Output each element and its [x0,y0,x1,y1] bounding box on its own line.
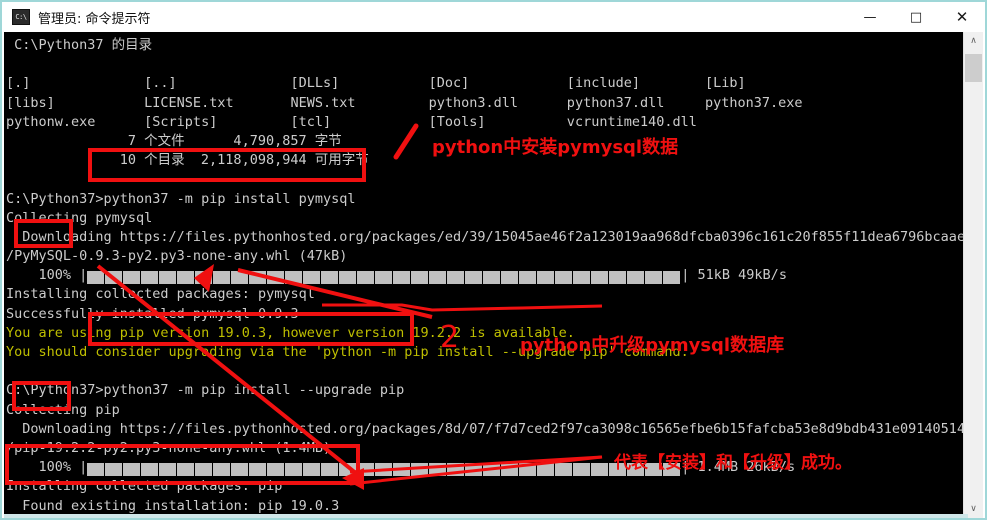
window-title: 管理员: 命令提示符 [38,11,151,27]
console-line: Collecting pip [6,401,120,418]
cmd-icon: C:\ [12,9,30,25]
console-line: You should consider upgrading via the 'p… [6,344,689,360]
console-line: Found existing installation: pip 19.0.3 [6,497,340,514]
vertical-scrollbar[interactable]: ∧ ∨ [963,32,983,518]
title-bar: C:\ 管理员: 命令提示符 — □ ✕ [2,2,985,32]
console-line: [.] [..] [DLLs] [Doc] [include] [Lib] [6,75,746,92]
maximize-button[interactable]: □ [893,2,939,32]
progress-prefix: 100% | [6,459,88,476]
scroll-up-arrow-icon[interactable]: ∧ [964,32,983,50]
console-line: pythonw.exe [Scripts] [tcl] [Tools] vcru… [6,113,697,130]
console-line: [libs] LICENSE.txt NEWS.txt python3.dll … [6,94,803,111]
console-line: Downloading https://files.pythonhosted.o… [6,228,968,245]
scrollbar-thumb[interactable] [965,54,982,82]
console-line: 100% | | 51kB 49kB/s [6,266,968,285]
console-line: /PyMySQL-0.9.3-py2.py3-none-any.whl (47k… [6,248,348,265]
command-prompt-window: C:\ 管理员: 命令提示符 — □ ✕ C:\Python37 的目录 [.] … [0,0,987,520]
console-line: 7 个文件 4,790,857 字节 [6,132,342,149]
window-bottom-edge [4,514,968,518]
progress-suffix: | 1.4MB 26kB/s [681,459,796,476]
console-line: 10 个目录 2,118,098,944 可用字节 [6,152,369,169]
close-button[interactable]: ✕ [939,2,985,32]
console-line: Downloading https://files.pythonhosted.o… [6,420,968,437]
title-bar-left: C:\ 管理员: 命令提示符 [2,2,847,32]
console-line: You are using pip version 19.0.3, howeve… [6,324,575,341]
minimize-button[interactable]: — [847,2,893,32]
console-line: C:\Python37>python37 -m pip install --up… [6,382,405,399]
console-line: Collecting pymysql [6,209,153,226]
console-line: C:\Python37 的目录 [6,37,153,53]
console-line: Installing collected packages: pymysql [6,286,315,303]
console-output[interactable]: C:\Python37 的目录 [.] [..] [DLLs] [Doc] [in… [4,32,968,518]
console-line: 100% | | 1.4MB 26kB/s [6,458,968,477]
console-line: C:\Python37>python37 -m pip install pymy… [6,190,356,207]
console-line: Successfully installed pymysql-0.9.3 [6,305,299,322]
console-line: /pip-19.2.2-py2.py3-none-any.whl (1.4MB) [6,439,332,456]
progress-suffix: | 51kB 49kB/s [681,267,787,284]
console-line: Installing collected packages: pip [6,478,283,495]
progress-prefix: 100% | [6,267,88,284]
